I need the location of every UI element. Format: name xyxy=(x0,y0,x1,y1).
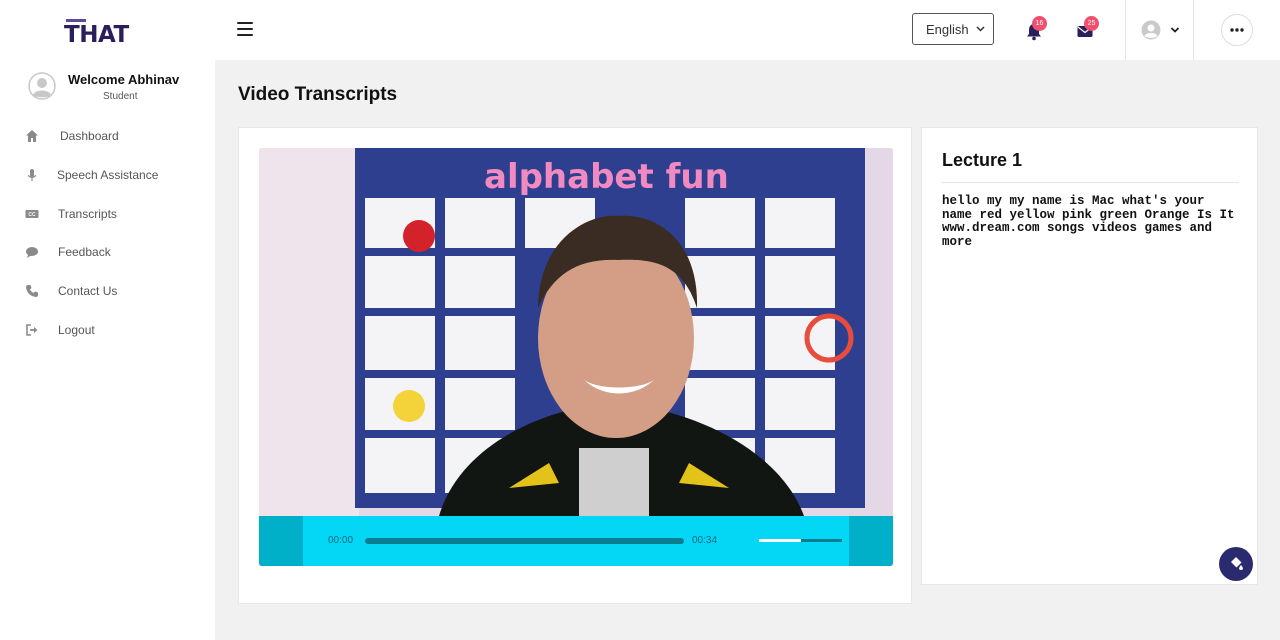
language-value: English xyxy=(926,22,969,37)
current-time: 00:00 xyxy=(328,535,354,546)
messages-badge: 25 xyxy=(1084,16,1099,31)
sidebar-item-label: Transcripts xyxy=(58,206,117,221)
sidebar-item-label: Dashboard xyxy=(60,129,119,143)
sidebar: THAT Welcome Abhinav Student Dashboard S… xyxy=(0,0,215,640)
lecture-title: Lecture 1 xyxy=(942,150,1023,170)
closed-captions-icon: CC xyxy=(25,209,39,218)
phone-icon xyxy=(26,285,38,298)
comment-icon xyxy=(26,247,38,259)
sidebar-item-feedback[interactable]: Feedback xyxy=(0,233,215,272)
top-header: English 16 25 xyxy=(215,0,1280,60)
sidebar-item-label: Feedback xyxy=(58,245,111,260)
svg-text:CC: CC xyxy=(28,212,36,218)
transcript-text: hello my my name is Mac what's your name… xyxy=(942,194,1235,249)
volume-level xyxy=(759,539,801,542)
account-menu[interactable] xyxy=(1141,20,1183,42)
transcript-card: Lecture 1 hello my my name is Mac what's… xyxy=(921,127,1258,585)
sidebar-item-speech-assistance[interactable]: Speech Assistance xyxy=(0,156,215,195)
messages-button[interactable]: 25 xyxy=(1075,16,1099,43)
chevron-down-icon xyxy=(1170,27,1180,33)
notifications-badge: 16 xyxy=(1032,16,1047,31)
language-select[interactable]: English xyxy=(912,13,994,45)
divider xyxy=(942,182,1239,183)
video-controls: 00:00 00:34 xyxy=(259,516,893,566)
page-title: Video Transcripts xyxy=(238,84,398,105)
logout-icon xyxy=(26,324,38,336)
sidebar-item-label: Logout xyxy=(58,322,95,337)
video-frame: alphabet fun xyxy=(259,148,893,516)
play-button[interactable] xyxy=(259,516,303,566)
sidebar-item-contact-us[interactable]: Contact Us xyxy=(0,272,215,311)
seek-bar[interactable] xyxy=(365,538,684,544)
user-role: Student xyxy=(103,91,138,102)
sidebar-item-label: Speech Assistance xyxy=(57,167,159,182)
menu-toggle-icon[interactable] xyxy=(237,22,253,36)
sidebar-item-logout[interactable]: Logout xyxy=(0,311,215,350)
paint-bucket-icon xyxy=(1231,557,1243,570)
logo-text: THAT xyxy=(64,22,129,48)
header-divider xyxy=(1125,0,1126,60)
ellipsis-icon xyxy=(1230,28,1244,32)
sidebar-item-dashboard[interactable]: Dashboard xyxy=(0,117,215,156)
user-avatar-icon xyxy=(1141,20,1161,40)
duration: 00:34 xyxy=(692,535,718,546)
volume-slider[interactable] xyxy=(759,539,842,542)
welcome-text: Welcome Abhinav xyxy=(68,72,180,87)
sidebar-item-transcripts[interactable]: CC Transcripts xyxy=(0,195,215,234)
avatar-icon xyxy=(28,72,56,100)
app-logo[interactable]: THAT xyxy=(64,19,129,49)
sidebar-item-label: Contact Us xyxy=(58,284,118,299)
chevron-down-icon xyxy=(976,26,985,32)
sidebar-nav: Dashboard Speech Assistance CC Transcrip… xyxy=(0,117,215,350)
video-player[interactable]: alphabet fun 00:00 00:34 xyxy=(259,148,893,566)
notifications-button[interactable]: 16 xyxy=(1023,16,1047,43)
microphone-icon xyxy=(27,168,37,181)
user-profile: Welcome Abhinav Student xyxy=(28,70,208,110)
video-card: alphabet fun 00:00 00:34 xyxy=(238,127,912,604)
svg-text:alphabet fun: alphabet fun xyxy=(484,157,729,197)
theme-customizer-button[interactable] xyxy=(1219,547,1253,581)
more-options-button[interactable] xyxy=(1221,14,1253,46)
header-divider xyxy=(1193,0,1194,60)
fullscreen-button[interactable] xyxy=(849,516,893,566)
home-icon xyxy=(26,130,38,142)
